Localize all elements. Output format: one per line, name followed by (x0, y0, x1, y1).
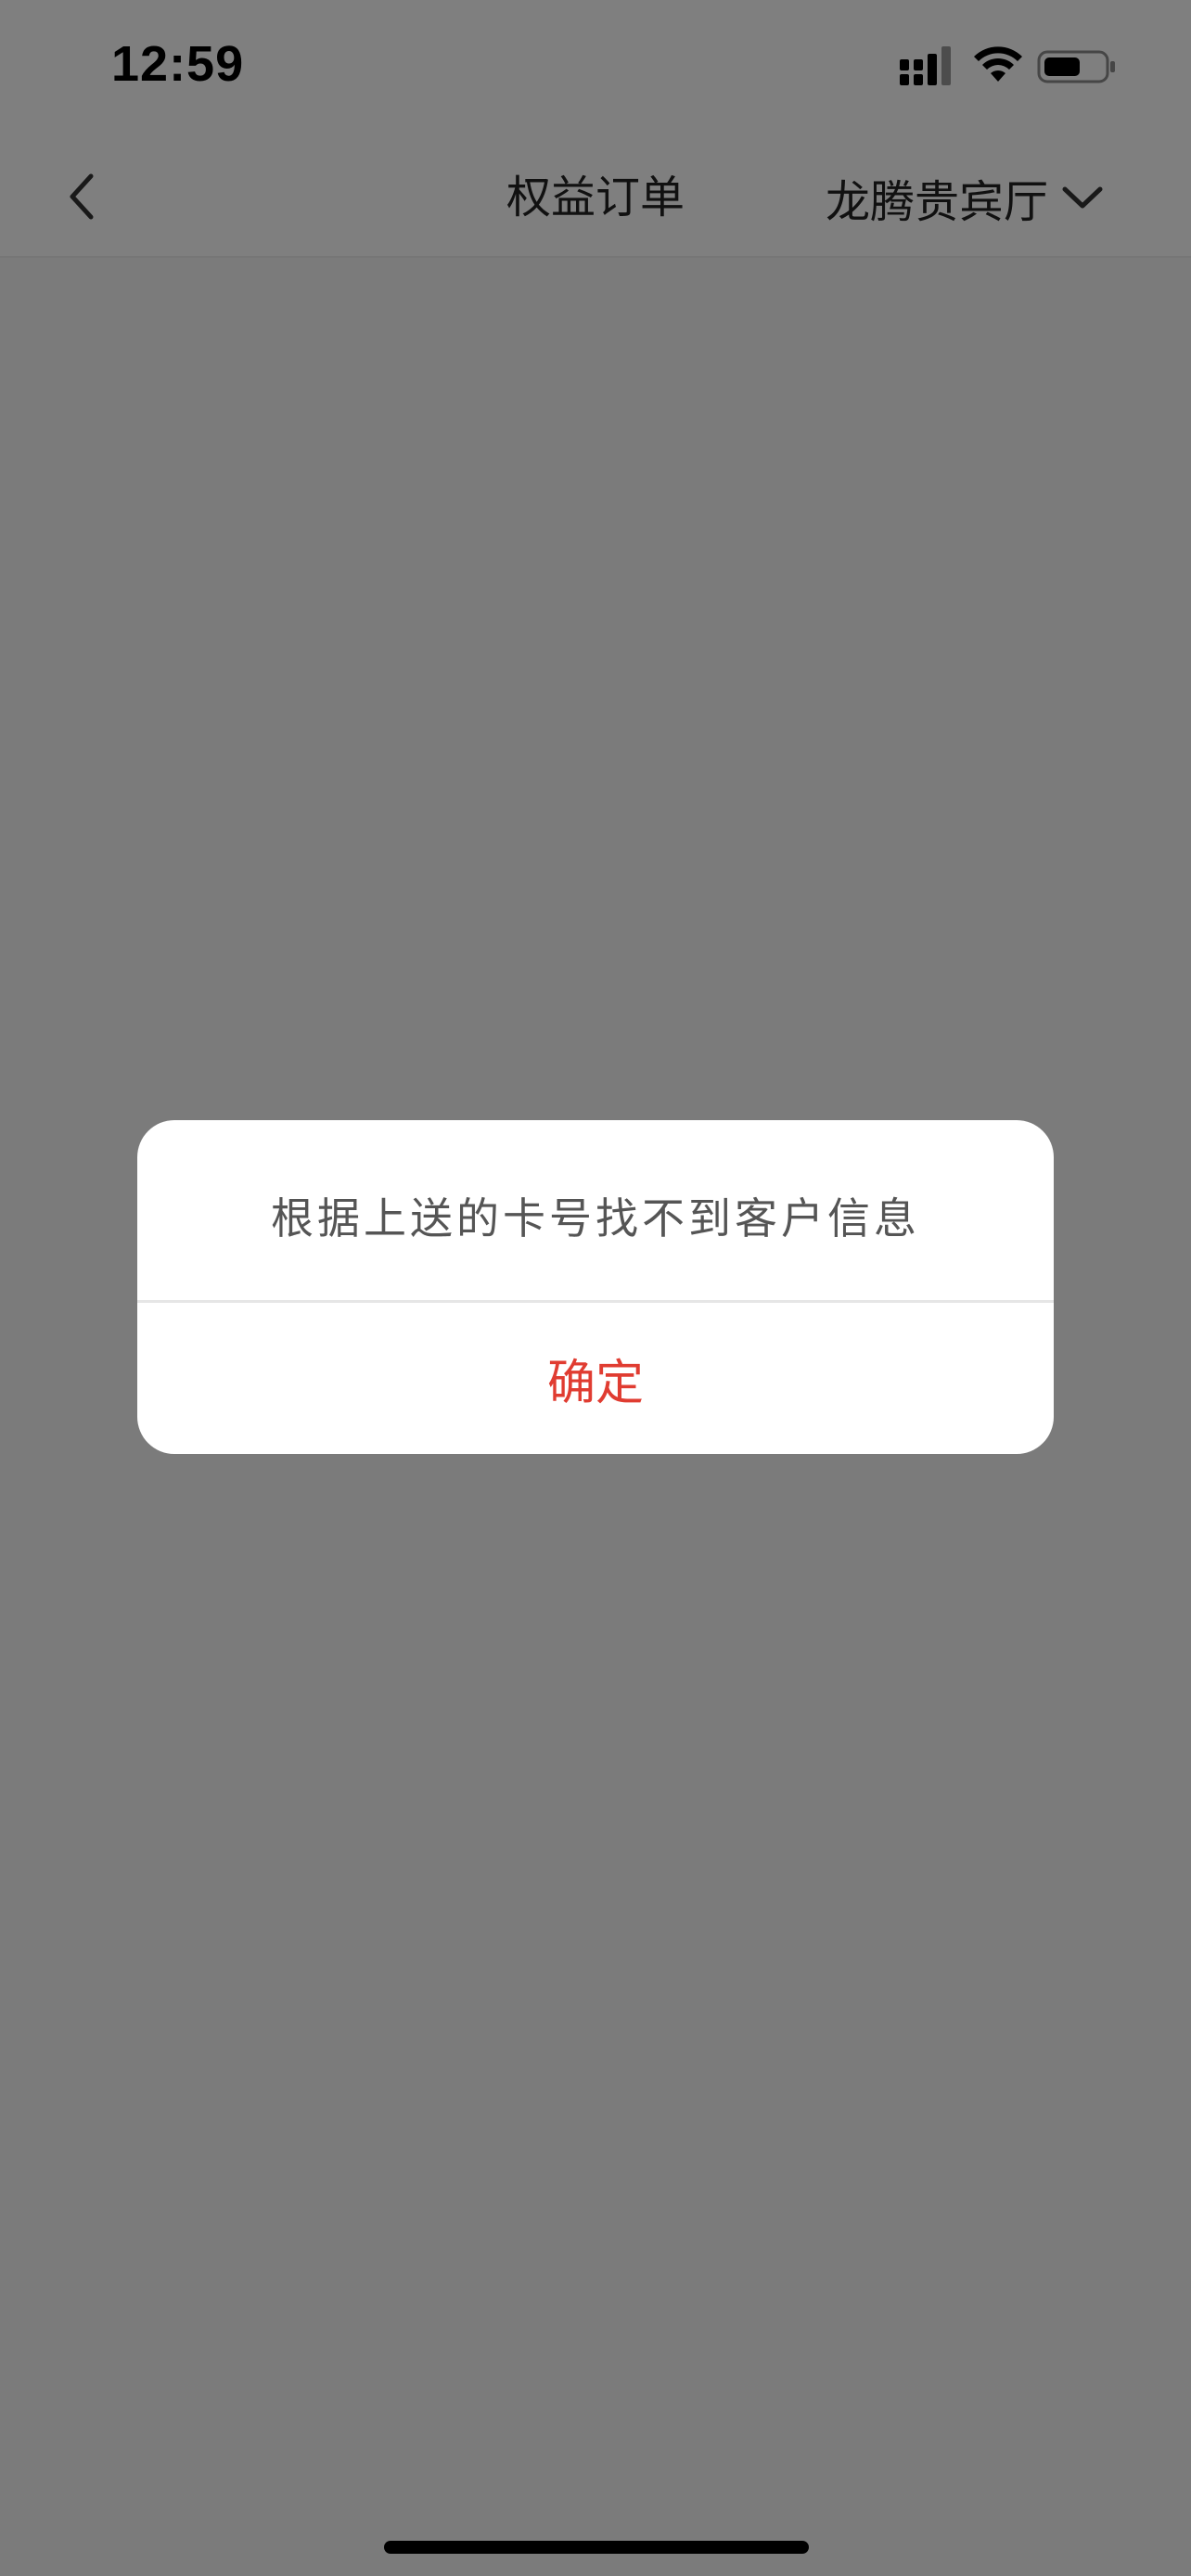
alert-dialog: 根据上送的卡号找不到客户信息 确定 (137, 1120, 1054, 1454)
dialog-message: 根据上送的卡号找不到客户信息 (271, 1193, 920, 1243)
home-indicator (384, 2541, 809, 2554)
app-screen: 12:59 权益订单 龙腾贵宾厅 (0, 0, 1191, 2576)
confirm-button[interactable]: 确定 (137, 1303, 1054, 1454)
